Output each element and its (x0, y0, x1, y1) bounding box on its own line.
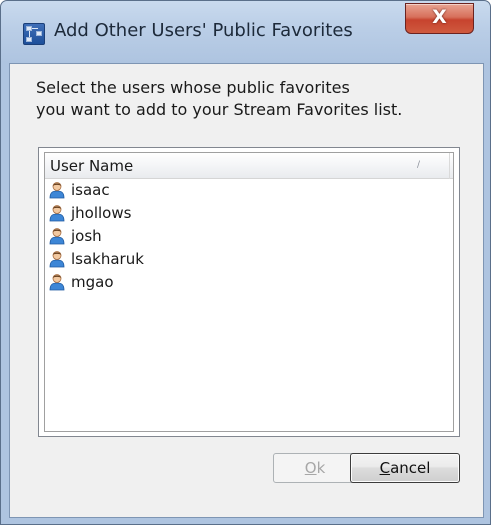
dialog-window: Add Other Users' Public Favorites X Sele… (0, 0, 491, 525)
stream-app-icon (23, 23, 45, 45)
ok-mnemonic: O (304, 459, 317, 477)
user-icon (49, 182, 65, 199)
user-name-label: lsakharuk (71, 250, 144, 268)
sort-indicator-icon: ∕ (417, 160, 421, 170)
user-list-inner: User Name ∕ isaac jhollows josh lsakharu… (44, 152, 454, 432)
user-name-label: josh (71, 227, 102, 245)
list-item-user[interactable]: lsakharuk (47, 248, 447, 271)
instructions-text: Select the users whose public favorites … (36, 77, 402, 121)
dialog-body: Select the users whose public favorites … (9, 63, 484, 518)
list-item-user[interactable]: mgao (47, 271, 447, 294)
column-header-label: User Name (50, 157, 134, 175)
list-item-user[interactable]: isaac (47, 179, 447, 202)
close-button[interactable]: X (405, 3, 474, 34)
close-icon: X (432, 6, 447, 28)
user-icon (49, 274, 65, 291)
list-item-user[interactable]: jhollows (47, 202, 447, 225)
ok-label-rest: k (316, 459, 326, 477)
user-rows: isaac jhollows josh lsakharuk mgao (47, 179, 447, 294)
cancel-mnemonic: C (379, 459, 391, 477)
user-name-label: isaac (71, 181, 110, 199)
user-name-label: jhollows (71, 204, 132, 222)
cancel-button[interactable]: Cancel (350, 453, 460, 483)
user-icon (49, 228, 65, 245)
user-name-label: mgao (71, 273, 114, 291)
user-icon (49, 205, 65, 222)
column-divider[interactable] (449, 153, 450, 179)
title-bar[interactable]: Add Other Users' Public Favorites X (1, 1, 490, 63)
window-title: Add Other Users' Public Favorites (54, 20, 353, 41)
column-header-user-name[interactable]: User Name ∕ (45, 153, 453, 179)
user-icon (49, 251, 65, 268)
instructions-line-1: Select the users whose public favorites (36, 78, 350, 97)
ok-button[interactable]: Ok (273, 453, 357, 483)
user-list[interactable]: User Name ∕ isaac jhollows josh lsakharu… (38, 147, 460, 437)
cancel-label-rest: ancel (390, 459, 431, 477)
list-item-user[interactable]: josh (47, 225, 447, 248)
instructions-line-2: you want to add to your Stream Favorites… (36, 100, 403, 119)
